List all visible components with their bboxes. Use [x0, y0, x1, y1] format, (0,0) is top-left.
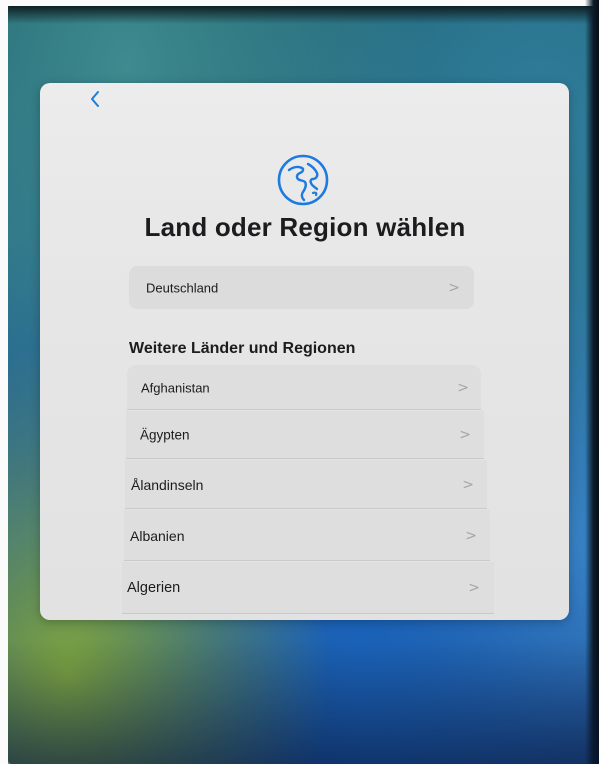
- chevron-right-icon: >: [448, 279, 460, 296]
- list-item-label: Ålandinseln: [131, 476, 204, 493]
- chevron-left-icon: [91, 91, 99, 107]
- chevron-right-icon: >: [459, 427, 471, 443]
- list-item[interactable]: Albanien >: [124, 510, 490, 561]
- list-item-label: Ägypten: [140, 427, 190, 443]
- list-item[interactable]: Ålandinseln >: [125, 460, 487, 509]
- row-divider: [127, 409, 481, 410]
- device-bezel-top: [8, 6, 599, 24]
- row-divider: [126, 458, 484, 459]
- page-title: Land oder Region wählen: [144, 212, 466, 242]
- chevron-right-icon: >: [468, 580, 480, 596]
- chevron-right-icon: >: [465, 527, 477, 544]
- row-divider: [122, 613, 494, 614]
- wallpaper-shade: [8, 640, 599, 764]
- list-item-label: Afghanistan: [141, 380, 210, 395]
- row-divider: [125, 508, 487, 509]
- list-item-label: Albanien: [130, 527, 185, 544]
- list-item[interactable]: Algerien >: [122, 562, 494, 614]
- current-region-label: Deutschland: [146, 280, 219, 295]
- chevron-right-icon: >: [462, 476, 474, 493]
- current-region-row[interactable]: Deutschland >: [129, 266, 474, 309]
- photo-frame: Land oder Region wählen Deutschland > We…: [0, 0, 599, 764]
- list-item[interactable]: Ägypten >: [126, 411, 484, 459]
- list-item[interactable]: Afghanistan >: [127, 365, 481, 410]
- globe-icon: [275, 152, 331, 208]
- section-header: Weitere Länder und Regionen: [129, 340, 356, 357]
- list-item-label: Algerien: [127, 580, 181, 596]
- row-divider: [124, 560, 490, 561]
- back-button[interactable]: [86, 88, 104, 110]
- chevron-right-icon: >: [457, 379, 469, 396]
